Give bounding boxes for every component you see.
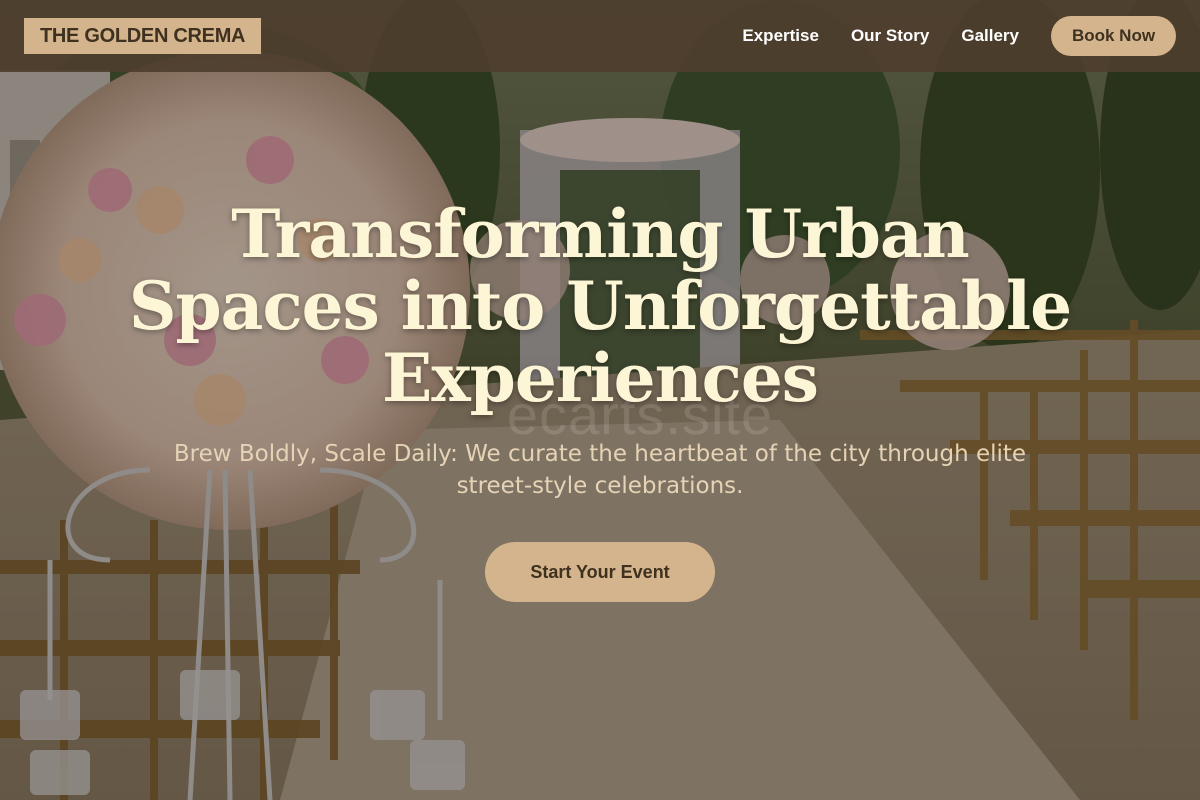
start-your-event-button[interactable]: Start Your Event — [485, 542, 715, 602]
hero-title: Transforming Urban Spaces into Unforgett… — [128, 195, 1072, 417]
hero-subtitle: Brew Boldly, Scale Daily: We curate the … — [173, 441, 1027, 499]
hero-section: ecarts.site Transforming Urban Spaces in… — [0, 0, 1200, 800]
